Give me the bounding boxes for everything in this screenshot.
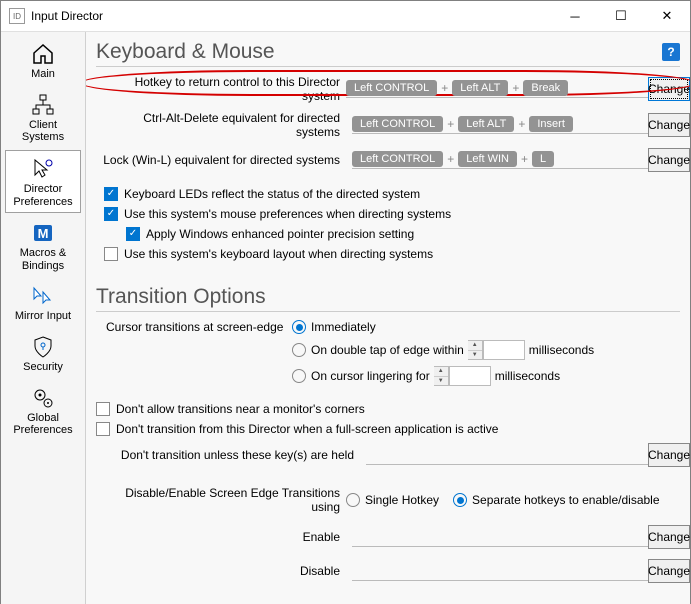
sidebar-label: Director Preferences (8, 183, 78, 208)
disable-label: Disable (96, 564, 346, 578)
sidebar-item-security[interactable]: Security (5, 329, 81, 378)
disable-enable-label: Disable/Enable Screen Edge Transitions u… (96, 486, 346, 514)
enable-keys-field (352, 527, 648, 547)
chk-precision[interactable] (126, 227, 140, 241)
app-icon: ID (9, 8, 25, 24)
chk-mouse-label: Use this system's mouse preferences when… (124, 207, 451, 221)
gears-icon (31, 386, 55, 410)
sidebar-label: Global Preferences (7, 412, 79, 437)
chk-fullscreen-label: Don't transition from this Director when… (116, 422, 498, 436)
enable-label: Enable (96, 530, 346, 544)
chk-leds-label: Keyboard LEDs reflect the status of the … (124, 187, 420, 201)
change-cad-button[interactable]: Change (648, 113, 690, 137)
key-pill: Left ALT (458, 116, 514, 132)
cursor-settings-icon (31, 157, 55, 181)
sidebar-item-macros[interactable]: M Macros & Bindings (5, 215, 81, 276)
minimize-button[interactable]: ─ (552, 1, 598, 31)
radio-double-tap-label: On double tap of edge within (311, 343, 464, 357)
maximize-button[interactable]: ☐ (598, 1, 644, 31)
hotkey-return-keys: Left CONTROL + Left ALT + Break (346, 80, 648, 98)
sidebar-item-global-preferences[interactable]: Global Preferences (5, 380, 81, 441)
cad-keys: Left CONTROL + Left ALT + Insert (352, 116, 648, 134)
held-keys-field (366, 445, 648, 465)
window-title: Input Director (31, 9, 103, 23)
home-icon (31, 42, 55, 66)
change-disable-button[interactable]: Change (648, 559, 690, 583)
change-lock-button[interactable]: Change (648, 148, 690, 172)
sidebar-item-mirror-input[interactable]: Mirror Input (5, 278, 81, 327)
key-pill: Break (523, 80, 568, 96)
chk-corners-label: Don't allow transitions near a monitor's… (116, 402, 365, 416)
radio-lingering-label: On cursor lingering for (311, 369, 430, 383)
radio-double-tap[interactable] (292, 343, 306, 357)
change-held-button[interactable]: Change (648, 443, 690, 467)
chk-precision-label: Apply Windows enhanced pointer precision… (146, 227, 414, 241)
shield-icon (31, 335, 55, 359)
section-transition: Transition Options (96, 285, 680, 312)
chk-mouse-prefs[interactable] (104, 207, 118, 221)
sidebar-label: Main (31, 68, 55, 81)
change-hotkey-return-button[interactable]: Change (648, 77, 690, 101)
radio-single-hotkey[interactable] (346, 493, 360, 507)
chk-layout[interactable] (104, 247, 118, 261)
key-pill: Left WIN (458, 151, 517, 167)
lock-label: Lock (Win-L) equivalent for directed sys… (96, 153, 346, 167)
key-pill: L (532, 151, 554, 167)
sidebar: Main Client Systems Director Preferences… (1, 32, 86, 604)
double-tap-spinner[interactable]: ▲▼ (468, 340, 525, 360)
mirror-icon (31, 284, 55, 308)
disable-keys-field (352, 561, 648, 581)
svg-text:M: M (38, 226, 49, 241)
radio-immediately-label: Immediately (311, 320, 376, 334)
radio-immediately[interactable] (292, 320, 306, 334)
chk-fullscreen[interactable] (96, 422, 110, 436)
chk-corners[interactable] (96, 402, 110, 416)
sidebar-item-client-systems[interactable]: Client Systems (5, 87, 81, 148)
content-panel: Keyboard & Mouse ? Hotkey to return cont… (86, 32, 690, 604)
lingering-spinner[interactable]: ▲▼ (434, 366, 491, 386)
change-enable-button[interactable]: Change (648, 525, 690, 549)
radio-single-label: Single Hotkey (365, 493, 439, 507)
radio-lingering[interactable] (292, 369, 306, 383)
chk-leds[interactable] (104, 187, 118, 201)
sidebar-label: Client Systems (7, 119, 79, 144)
sidebar-label: Mirror Input (15, 310, 71, 323)
key-pill: Left CONTROL (352, 116, 443, 132)
radio-separate-label: Separate hotkeys to enable/disable (472, 493, 659, 507)
radio-separate-hotkeys[interactable] (453, 493, 467, 507)
key-pill: Left CONTROL (352, 151, 443, 167)
key-pill: Left CONTROL (346, 80, 437, 96)
sidebar-label: Security (23, 361, 63, 374)
section-keyboard-mouse: Keyboard & Mouse ? (96, 40, 680, 67)
held-keys-label: Don't transition unless these key(s) are… (96, 448, 360, 462)
sidebar-item-main[interactable]: Main (5, 36, 81, 85)
sidebar-label: Macros & Bindings (7, 247, 79, 272)
cursor-transitions-label: Cursor transitions at screen-edge (96, 320, 292, 392)
close-button[interactable]: ✕ (644, 1, 690, 31)
key-pill: Insert (529, 116, 573, 132)
lock-keys: Left CONTROL + Left WIN + L (352, 151, 648, 169)
help-button[interactable]: ? (662, 43, 680, 61)
titlebar: ID Input Director ─ ☐ ✕ (1, 1, 690, 32)
cad-label: Ctrl-Alt-Delete equivalent for directed … (96, 111, 346, 139)
hotkey-return-label: Hotkey to return control to this Directo… (96, 75, 346, 103)
chk-layout-label: Use this system's keyboard layout when d… (124, 247, 433, 261)
macro-icon: M (31, 221, 55, 245)
sidebar-item-director-preferences[interactable]: Director Preferences (5, 150, 81, 213)
key-pill: Left ALT (452, 80, 508, 96)
network-icon (31, 93, 55, 117)
